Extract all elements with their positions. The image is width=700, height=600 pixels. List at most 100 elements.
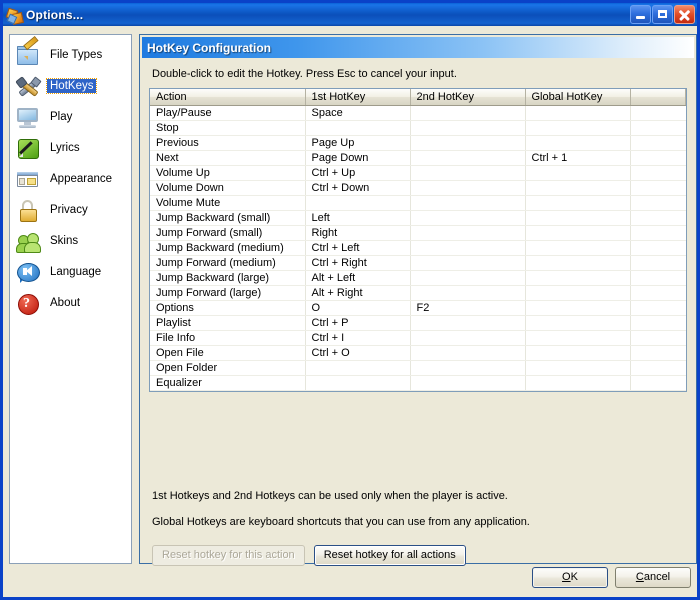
cell-hotkey[interactable] — [630, 120, 686, 136]
table-row[interactable]: Volume Up Ctrl + Up — [150, 165, 686, 181]
cell-hotkey[interactable] — [630, 180, 686, 196]
cell-hotkey[interactable] — [525, 270, 631, 286]
cell-hotkey[interactable] — [410, 180, 526, 196]
cell-hotkey[interactable] — [525, 105, 631, 121]
cell-hotkey[interactable] — [630, 375, 686, 391]
cell-hotkey[interactable] — [410, 285, 526, 301]
cell-hotkey[interactable] — [410, 360, 526, 376]
cell-hotkey[interactable] — [525, 300, 631, 316]
sidebar-item-hotkeys[interactable]: HotKeys — [10, 70, 131, 101]
cell-hotkey[interactable]: Page Down — [305, 150, 411, 166]
cell-action[interactable]: Stop — [150, 120, 306, 136]
reset-hotkey-all-actions-button[interactable]: Reset hotkey for all actions — [313, 545, 466, 566]
cell-hotkey[interactable]: Ctrl + Left — [305, 240, 411, 256]
table-row[interactable]: Play/Pause Space — [150, 105, 686, 121]
cell-hotkey[interactable] — [630, 315, 686, 331]
table-row[interactable]: Previous Page Up — [150, 135, 686, 151]
cell-action[interactable]: Previous — [150, 135, 306, 151]
table-row[interactable]: Jump Forward (large) Alt + Right — [150, 285, 686, 301]
table-row[interactable]: Lyrics Ctrl + F6 — [150, 390, 686, 391]
cell-hotkey[interactable] — [410, 210, 526, 226]
cell-hotkey[interactable] — [525, 225, 631, 241]
ok-button[interactable]: OK — [532, 567, 608, 588]
cell-action[interactable]: Next — [150, 150, 306, 166]
cell-hotkey[interactable]: Space — [305, 105, 411, 121]
cell-hotkey[interactable] — [410, 255, 526, 271]
table-row[interactable]: Jump Backward (small) Left — [150, 210, 686, 226]
cell-hotkey[interactable] — [410, 120, 526, 136]
minimize-button[interactable] — [630, 5, 651, 24]
table-row[interactable]: File Info Ctrl + I — [150, 330, 686, 346]
cell-hotkey[interactable] — [630, 255, 686, 271]
cell-hotkey[interactable]: Ctrl + I — [305, 330, 411, 346]
cell-hotkey[interactable] — [410, 165, 526, 181]
cell-hotkey[interactable]: Page Up — [305, 135, 411, 151]
cell-action[interactable]: Jump Forward (large) — [150, 285, 306, 301]
cell-hotkey[interactable] — [525, 135, 631, 151]
cell-hotkey[interactable]: Ctrl + Down — [305, 180, 411, 196]
cell-hotkey[interactable] — [525, 120, 631, 136]
cell-hotkey[interactable] — [525, 240, 631, 256]
cell-hotkey[interactable] — [630, 345, 686, 361]
cell-hotkey[interactable]: Alt + Left — [305, 270, 411, 286]
column-header-1st-hotkey[interactable]: 1st HotKey — [305, 89, 411, 106]
cell-hotkey[interactable] — [630, 360, 686, 376]
cell-hotkey[interactable] — [630, 300, 686, 316]
cell-hotkey[interactable] — [630, 330, 686, 346]
cell-hotkey[interactable] — [525, 360, 631, 376]
cell-action[interactable]: Open File — [150, 345, 306, 361]
table-row[interactable]: Volume Down Ctrl + Down — [150, 180, 686, 196]
cell-hotkey[interactable] — [410, 195, 526, 211]
cell-action[interactable]: Jump Backward (medium) — [150, 240, 306, 256]
cell-hotkey[interactable] — [410, 345, 526, 361]
sidebar-item-play[interactable]: Play — [10, 101, 131, 132]
sidebar-item-skins[interactable]: Skins — [10, 225, 131, 256]
sidebar-item-lyrics[interactable]: Lyrics — [10, 132, 131, 163]
sidebar-item-file-types[interactable]: File Types — [10, 35, 131, 70]
cell-action[interactable]: Volume Down — [150, 180, 306, 196]
table-row[interactable]: Jump Forward (medium) Ctrl + Right — [150, 255, 686, 271]
cell-hotkey[interactable] — [305, 375, 411, 391]
cell-action[interactable]: Equalizer — [150, 375, 306, 391]
table-row[interactable]: Next Page Down Ctrl + 1 — [150, 150, 686, 166]
table-row[interactable]: Equalizer — [150, 375, 686, 391]
cell-hotkey[interactable] — [630, 390, 686, 391]
cell-action[interactable]: Volume Mute — [150, 195, 306, 211]
cell-hotkey[interactable] — [525, 180, 631, 196]
cell-hotkey[interactable] — [305, 195, 411, 211]
cell-hotkey[interactable] — [410, 375, 526, 391]
cancel-button[interactable]: Cancel — [615, 567, 691, 588]
cell-hotkey[interactable] — [630, 240, 686, 256]
table-row[interactable]: Jump Backward (medium) Ctrl + Left — [150, 240, 686, 256]
cell-hotkey[interactable] — [410, 135, 526, 151]
cell-action[interactable]: Play/Pause — [150, 105, 306, 121]
cell-hotkey[interactable] — [525, 210, 631, 226]
cell-hotkey[interactable] — [630, 105, 686, 121]
table-row[interactable]: Open File Ctrl + O — [150, 345, 686, 361]
cell-hotkey[interactable]: Right — [305, 225, 411, 241]
cell-hotkey[interactable] — [305, 390, 411, 391]
cell-hotkey[interactable] — [525, 285, 631, 301]
cell-hotkey[interactable]: Ctrl + 1 — [525, 150, 631, 166]
cell-action[interactable]: Open Folder — [150, 360, 306, 376]
hotkey-table-container[interactable]: Action 1st HotKey 2nd HotKey Global HotK… — [149, 88, 687, 392]
cell-action[interactable]: Lyrics — [150, 390, 306, 391]
cell-action[interactable]: Volume Up — [150, 165, 306, 181]
cell-hotkey[interactable] — [630, 165, 686, 181]
cell-hotkey[interactable] — [410, 390, 526, 391]
cell-hotkey[interactable] — [630, 225, 686, 241]
cell-hotkey[interactable] — [525, 375, 631, 391]
cell-hotkey[interactable] — [630, 135, 686, 151]
cell-hotkey[interactable] — [525, 165, 631, 181]
column-header-global-hotkey[interactable]: Global HotKey — [525, 89, 631, 106]
cell-hotkey[interactable] — [525, 255, 631, 271]
sidebar-item-appearance[interactable]: Appearance — [10, 163, 131, 194]
cell-action[interactable]: Options — [150, 300, 306, 316]
close-button[interactable] — [674, 5, 695, 24]
cell-hotkey[interactable]: O — [305, 300, 411, 316]
cell-hotkey[interactable] — [305, 360, 411, 376]
cell-hotkey[interactable] — [410, 150, 526, 166]
cell-action[interactable]: Jump Forward (small) — [150, 225, 306, 241]
cell-hotkey[interactable] — [525, 315, 631, 331]
cell-action[interactable]: Jump Forward (medium) — [150, 255, 306, 271]
